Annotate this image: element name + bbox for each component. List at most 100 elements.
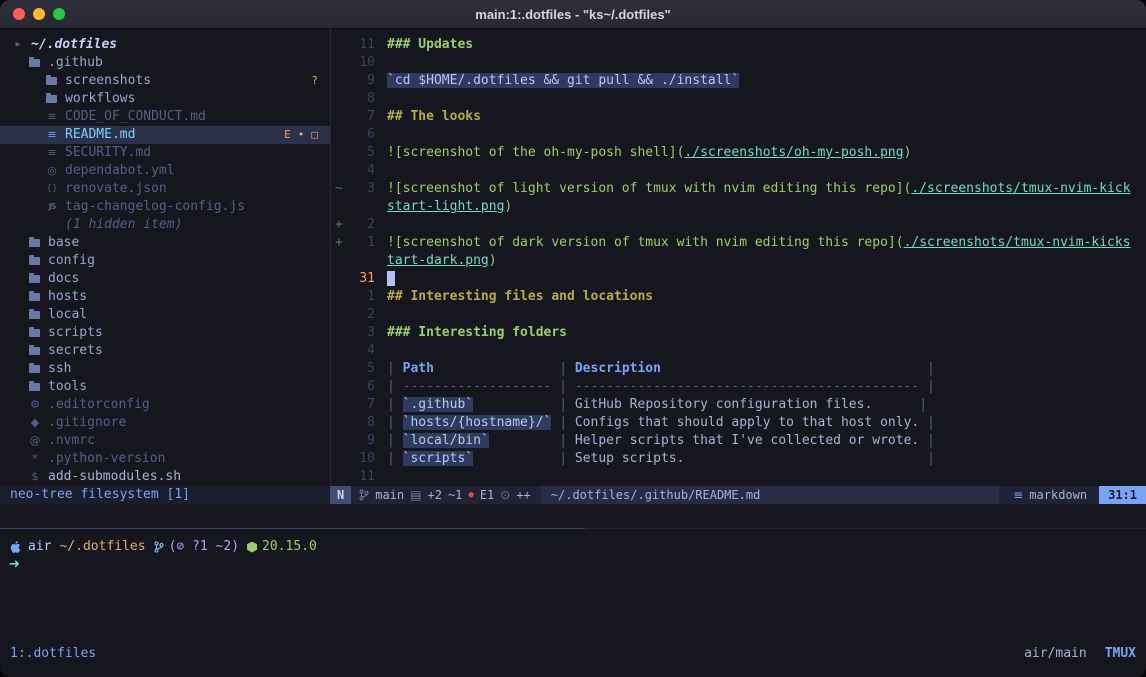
editor-line[interactable]: +1![screenshot of dark version of tmux w… [331,234,1146,252]
tree-item[interactable]: {}renovate.json [0,180,330,198]
line-text: | `.github` | GitHub Repository configur… [387,396,927,414]
editor-line[interactable]: 10 | `scripts` | Setup scripts. | [331,450,1146,468]
tree-item[interactable]: config [0,252,330,270]
gutter-sign [331,252,348,270]
tree-item[interactable]: tools [0,378,330,396]
text-cursor [387,271,395,286]
editor-line[interactable]: 6 [331,126,1146,144]
editor-line[interactable]: 1## Interesting files and locations [331,288,1146,306]
tree-item[interactable]: ⚙.editorconfig [0,396,330,414]
tree-item-label: .github [48,54,103,72]
tree-item[interactable]: docs [0,270,330,288]
editor-line[interactable]: 7 | `.github` | GitHub Repository configu… [331,396,1146,414]
line-number: 11 [348,468,375,486]
line-number: 10 [348,54,375,72]
tree-item[interactable]: scripts [0,324,330,342]
editor-line[interactable]: 9`cd $HOME/.dotfiles && git pull && ./in… [331,72,1146,90]
tree-item[interactable]: secrets [0,342,330,360]
zoom-button[interactable] [53,8,65,20]
editor-line[interactable]: 8 [331,90,1146,108]
tree-item[interactable]: ◆.gitignore [0,414,330,432]
prompt-node-version: 20.15.0 [262,538,317,556]
minimize-button[interactable] [33,8,45,20]
tree-item[interactable]: (1 hidden item) [0,216,330,234]
editor-line[interactable]: 5![screenshot of the oh-my-posh shell](.… [331,144,1146,162]
extra-icon: ⊙ [500,486,510,504]
tree-item[interactable]: @.nvmrc [0,432,330,450]
editor-line[interactable]: start-light.png) [331,198,1146,216]
tmux-window-label[interactable]: 1:.dotfiles [10,645,96,663]
tree-item[interactable]: ◎dependabot.yml [0,162,330,180]
tree-item[interactable]: local [0,306,330,324]
tree-item[interactable]: .github [0,54,330,72]
shell-pane[interactable]: air ~/.dotfiles (⊘ ?1 ~2) 20.15.0 ➜ [9,538,1137,574]
close-button[interactable] [13,8,25,20]
editor-line[interactable]: 6| ------------------- | ---------------… [331,378,1146,396]
folder-icon [29,311,40,319]
editor-line[interactable]: 31 [331,270,1146,288]
editor-line[interactable]: 5| Path | Description | [331,360,1146,378]
tree-item[interactable]: screenshots? [0,72,330,90]
editor-line[interactable]: +2 [331,216,1146,234]
line-text: ## The looks [387,108,481,126]
tree-item-label: config [48,252,95,270]
statusline-filename: ~/.dotfiles/.github/README.md [541,486,999,504]
tree-item[interactable]: hosts [0,288,330,306]
tmux-pane-divider-active [0,528,585,529]
line-number: 10 [348,450,375,468]
tree-item[interactable]: workflows [0,90,330,108]
line-number: 7 [348,396,375,414]
folder-icon [29,383,40,391]
editor-line[interactable]: 2 [331,306,1146,324]
line-number: 5 [348,360,375,378]
tmux-session-label: air/main [1024,645,1087,663]
tree-item-label: (1 hidden item) [65,216,182,234]
folder-icon [29,293,40,301]
tree-item-label: .nvmrc [48,432,95,450]
status-badge: ? [311,72,318,90]
gutter-sign [331,54,348,72]
tree-item[interactable]: ssh [0,360,330,378]
shell-input-line[interactable]: ➜ [9,556,1137,574]
neotree-pane[interactable]: ▸~/.dotfiles.githubscreenshots?workflows… [0,28,330,504]
gutter-sign [331,450,348,468]
editor-line[interactable]: 4 [331,342,1146,360]
tree-item[interactable]: ≡CODE_OF_CONDUCT.md [0,108,330,126]
sh-icon: $ [29,468,41,486]
tree-item[interactable]: JStag-changelog-config.js [0,198,330,216]
line-number: 3 [348,180,375,198]
tree-item[interactable]: ≡README.mdE•□ [0,126,330,144]
editor-line[interactable]: 11### Updates [331,36,1146,54]
editor-line[interactable]: 4 [331,162,1146,180]
gutter-sign [331,72,348,90]
editor-line[interactable]: ~3![screenshot of light version of tmux … [331,180,1146,198]
editor-pane[interactable]: 11### Updates109`cd $HOME/.dotfiles && g… [330,28,1146,486]
titlebar[interactable]: main:1:.dotfiles - "ks~/.dotfiles" [0,0,1146,29]
tree-item-label: SECURITY.md [65,144,151,162]
editor-line[interactable]: 3### Interesting folders [331,324,1146,342]
tree-item[interactable]: base [0,234,330,252]
statusline-flags: ++ [516,486,530,504]
line-text: | `scripts` | Setup scripts. | [387,450,935,468]
gutter-sign [331,342,348,360]
prompt-git-status: (⊘ ?1 ~2) [169,538,239,556]
gutter-sign: + [331,234,348,252]
tree-item[interactable]: *.python-version [0,450,330,468]
editor-line[interactable]: 9| `local/bin` | Helper scripts that I'v… [331,432,1146,450]
prompt-arrow: ➜ [9,556,20,574]
tree-item-label: screenshots [65,72,151,90]
tree-item-label: add-submodules.sh [48,468,181,486]
gutter-sign [331,108,348,126]
tree-item[interactable]: $ add-submodules.sh [0,468,330,486]
tree-item[interactable]: ▸~/.dotfiles [0,36,330,54]
editor-line[interactable]: 8| `hosts/{hostname}/` | Configs that sh… [331,414,1146,432]
editor-line[interactable]: 7## The looks [331,108,1146,126]
editor-line[interactable]: tart-dark.png) [331,252,1146,270]
line-number: 11 [348,36,375,54]
editor-line[interactable]: 10 [331,54,1146,72]
terminal-content: ▸~/.dotfiles.githubscreenshots?workflows… [0,28,1146,677]
statusline-changed: ~1 [448,486,462,504]
editor-line[interactable]: 11 [331,468,1146,486]
tree-item-label: CODE_OF_CONDUCT.md [65,108,206,126]
tree-item[interactable]: ≡SECURITY.md [0,144,330,162]
